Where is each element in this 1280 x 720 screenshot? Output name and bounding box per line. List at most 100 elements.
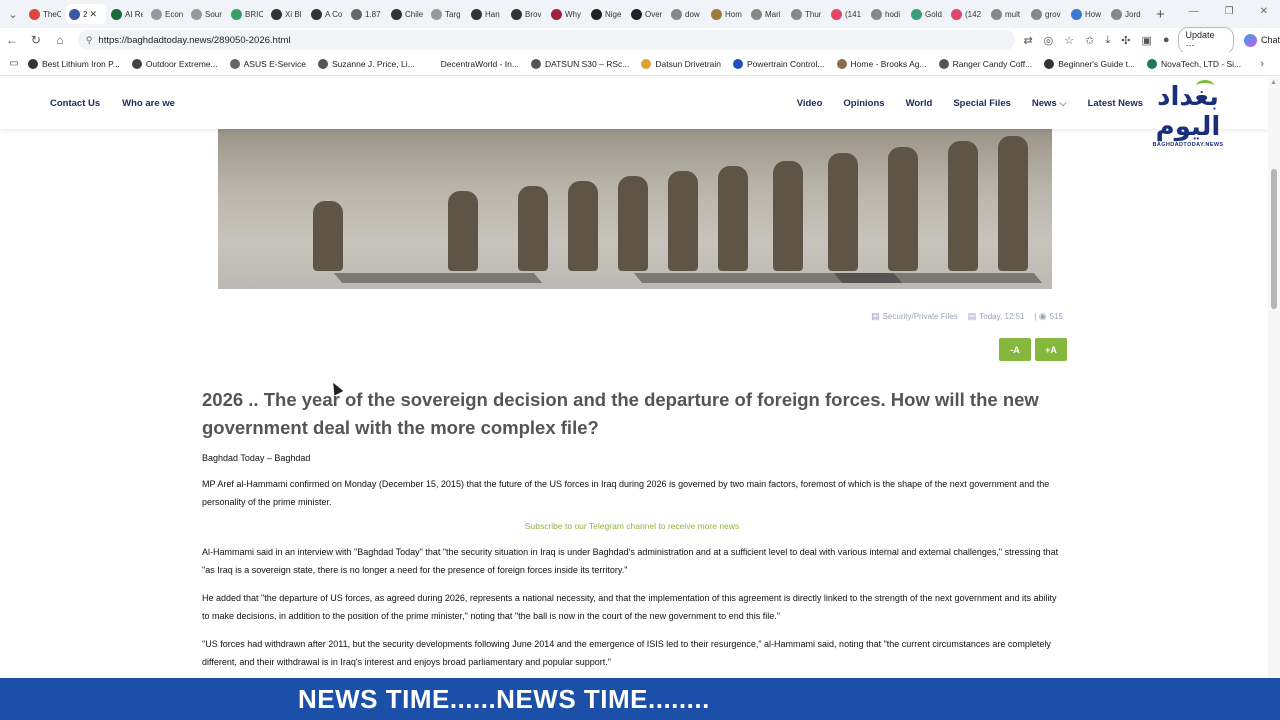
bookmark-favicon-icon	[836, 58, 847, 69]
browser-tab[interactable]: BRIC	[228, 4, 266, 24]
bookmark-label: Outdoor Extreme...	[145, 58, 218, 69]
tab-label: Over	[645, 9, 663, 19]
browser-tab[interactable]: (141	[828, 4, 866, 24]
tab-label: How	[1085, 9, 1102, 19]
translate-icon[interactable]: ⇄	[1023, 34, 1032, 47]
browser-tab[interactable]: Xi Bl	[268, 4, 306, 24]
tab-label: Targ	[445, 9, 461, 19]
favorites-icon[interactable]: ✩	[1085, 34, 1094, 47]
close-window-icon[interactable]: ✕	[1260, 6, 1268, 17]
browser-tab[interactable]: grov	[1028, 4, 1066, 24]
font-decrease-button[interactable]: -A	[999, 338, 1031, 361]
browser-tab[interactable]: Thur	[788, 4, 826, 24]
scroll-up-icon[interactable]: ▲	[1270, 79, 1277, 86]
copilot-chat-button[interactable]: Chat	[1243, 33, 1280, 47]
bookmarks-more-icon[interactable]: ›	[1260, 58, 1264, 70]
browser-tab[interactable]: AI Re	[108, 4, 146, 24]
browser-tab[interactable]: Over	[628, 4, 666, 24]
bookmark-item[interactable]: ASUS E-Service	[229, 58, 306, 69]
tab-list-chevron-icon[interactable]: ⌄	[0, 8, 26, 21]
bookmark-item[interactable]: Home - Brooks Ag...	[836, 58, 927, 69]
tab-label: mult	[1005, 9, 1021, 19]
profile-avatar-icon[interactable]: ●	[1163, 34, 1170, 47]
downloads-icon[interactable]: ⤓	[1105, 34, 1110, 47]
browser-tab[interactable]: Jord	[1108, 4, 1146, 24]
bookmark-item[interactable]: NovaTech, LTD - Si...	[1147, 58, 1241, 69]
article-paragraph: He added that "the departure of US force…	[202, 593, 1057, 621]
nav-who-are-we[interactable]: Who are we	[122, 98, 175, 109]
home-button[interactable]: ⌂	[48, 33, 72, 47]
site-icon	[69, 8, 80, 20]
green-icon	[911, 8, 922, 20]
telegram-subscribe-link[interactable]: Subscribe to our Telegram channel to rec…	[202, 521, 1062, 531]
url-field[interactable]: ⚲ https://baghdadtoday.news/289050-2026.…	[77, 30, 1016, 50]
tab-label: Xi Bl	[285, 9, 302, 19]
browser-tab[interactable]: Gold	[908, 4, 946, 24]
browser-tab[interactable]: dow	[668, 4, 706, 24]
nav-opinions[interactable]: Opinions	[843, 98, 884, 109]
nav-contact-us[interactable]: Contact Us	[50, 98, 100, 109]
article-body: 2026 .. The year of the sovereign decisi…	[202, 386, 1062, 671]
apps-icon[interactable]: ▭	[0, 58, 28, 69]
reload-button[interactable]: ↻	[24, 33, 48, 47]
bookmark-label: Home - Brooks Ag...	[850, 58, 927, 69]
browser-tab[interactable]: Chile	[388, 4, 426, 24]
bookmark-favicon-icon	[530, 58, 541, 69]
browser-tab[interactable]: Sour	[188, 4, 226, 24]
minimize-icon[interactable]: —	[1189, 6, 1199, 17]
browser-tab[interactable]: Han	[468, 4, 506, 24]
reader-icon[interactable]: ◎	[1044, 34, 1054, 47]
image-figure	[718, 166, 748, 271]
nav-news[interactable]: News ⌵	[1032, 98, 1067, 109]
site-info-icon[interactable]: ⚲	[86, 35, 93, 46]
close-tab-icon[interactable]: ✕	[89, 9, 97, 20]
address-bar-row: ← ↻ ⌂ ⚲ https://baghdadtoday.news/289050…	[0, 26, 1280, 54]
browser-tab[interactable]: 2 ✕	[66, 4, 106, 24]
browser-tab[interactable]: Econ	[148, 4, 186, 24]
restore-icon[interactable]: ❐	[1225, 6, 1234, 17]
browser-tab[interactable]: How	[1068, 4, 1106, 24]
new-tab-button[interactable]: +	[1156, 6, 1165, 23]
browser-tab[interactable]: 1.87	[348, 4, 386, 24]
browser-tab[interactable]: Brov	[508, 4, 546, 24]
browser-tab[interactable]: Mari	[748, 4, 786, 24]
page-scrollbar[interactable]: ▲	[1268, 77, 1280, 678]
favorite-star-icon[interactable]: ☆	[1064, 34, 1074, 47]
bookmark-item[interactable]: Ranger Candy Coff...	[938, 58, 1032, 69]
font-increase-button[interactable]: +A	[1035, 338, 1067, 361]
bookmark-item[interactable]: DATSUN S30 – RSc...	[530, 58, 629, 69]
nav-latest-news[interactable]: Latest News	[1088, 98, 1143, 109]
back-button[interactable]: ←	[0, 33, 24, 47]
browser-tab[interactable]: Nige	[588, 4, 626, 24]
bookmark-item[interactable]: Beginner's Guide t...	[1044, 58, 1135, 69]
browser-tab[interactable]: A Co	[308, 4, 346, 24]
meta-time: ▤ Today, 12:51	[968, 311, 1025, 322]
browser-tab[interactable]: hodi	[868, 4, 906, 24]
browser-tab[interactable]: Hom	[708, 4, 746, 24]
site-logo[interactable]: بغداد اليوم BAGHDADTODAY.NEWS	[1144, 80, 1232, 148]
browser-tab[interactable]: Targ	[428, 4, 466, 24]
bookmark-item[interactable]: Outdoor Extreme...	[131, 58, 218, 69]
bookmark-item[interactable]: DecentraWorld - In...	[426, 58, 519, 69]
nav-world[interactable]: World	[906, 98, 933, 109]
image-figure	[998, 136, 1028, 271]
meta-category[interactable]: ▤ Security/Private Files	[871, 311, 958, 322]
browser-tab[interactable]: Why	[548, 4, 586, 24]
browser-tab[interactable]: (142	[948, 4, 986, 24]
bookmark-item[interactable]: Suzanne J. Price, Li...	[317, 58, 415, 69]
blue-icon	[1071, 8, 1082, 20]
browser-tab[interactable]: mult	[988, 4, 1026, 24]
nav-video[interactable]: Video	[797, 98, 823, 109]
search-icon	[1031, 8, 1042, 20]
bookmark-item[interactable]: Datsun Drivetrain	[641, 58, 721, 69]
address-bar-icons: ⇄ ◎ ☆ ✩ ⤓ ✣ ▣ ●	[1023, 34, 1169, 47]
update-button[interactable]: Update ⋯	[1177, 26, 1234, 54]
bookmark-item[interactable]: Best Lithium Iron P...	[28, 58, 120, 69]
browser-tab[interactable]: TheC	[26, 4, 64, 24]
nav-special-files[interactable]: Special Files	[953, 98, 1011, 109]
collections-icon[interactable]: ▣	[1141, 34, 1151, 47]
bookmark-item[interactable]: Powertrain Control...	[733, 58, 825, 69]
scrollbar-thumb[interactable]	[1271, 169, 1277, 309]
extensions-icon[interactable]: ✣	[1121, 34, 1130, 47]
loading-icon	[431, 8, 442, 20]
